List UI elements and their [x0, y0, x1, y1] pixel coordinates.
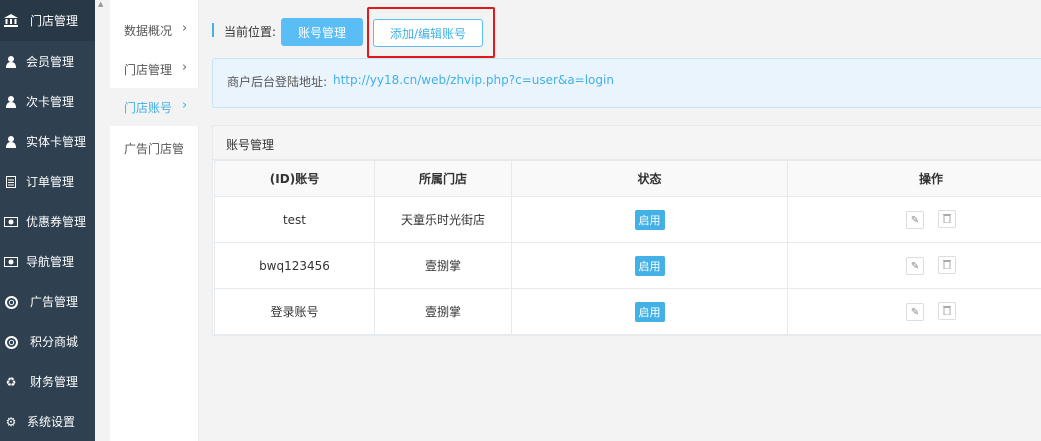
nav-label: 次卡管理	[26, 95, 75, 109]
nav-label: 门店管理	[30, 14, 79, 28]
lifebuoy-icon	[4, 295, 18, 309]
store-cell: 天童乐时光街店	[374, 196, 512, 243]
chevron-right-icon: ›	[182, 98, 188, 113]
nav-label: 系统设置	[27, 415, 76, 429]
actions-cell: ✎	[787, 196, 1041, 243]
user-icon	[4, 135, 18, 149]
nav-label: 广告管理	[30, 295, 79, 309]
scroll-up-arrow-icon[interactable]: ▲	[98, 0, 110, 8]
nav-label: 财务管理	[30, 375, 79, 389]
table-header-row: (ID)账号 所属门店 状态 操作	[214, 160, 1041, 197]
column-header: 操作	[787, 160, 1041, 197]
actions-cell: ✎	[787, 288, 1041, 335]
account-manage-button[interactable]: 账号管理	[281, 18, 363, 46]
recycle-icon: ♻	[5, 375, 17, 389]
account-table: (ID)账号 所属门店 状态 操作 test 天童乐时光街店 启用 ✎ bwq1…	[214, 160, 1041, 335]
trash-icon	[942, 304, 951, 318]
chevron-right-icon: ›	[182, 21, 188, 36]
user-icon	[4, 55, 18, 69]
nav-item-times-card[interactable]: 次卡管理	[0, 92, 95, 112]
status-cell: 启用	[511, 288, 788, 335]
main-content: 当前位置: 账号管理 添加/编辑账号 商户后台登陆地址: http://yy18…	[200, 0, 1041, 441]
notice-label: 商户后台登陆地址:	[227, 75, 328, 89]
pencil-icon: ✎	[910, 306, 920, 318]
panel-title: 账号管理	[226, 138, 275, 152]
lifebuoy-icon	[4, 335, 18, 349]
column-header: (ID)账号	[214, 160, 375, 197]
subnav-label: 门店管理	[124, 63, 173, 77]
nav-item-member[interactable]: 会员管理	[0, 52, 95, 72]
gear-icon: ⚙	[5, 415, 17, 429]
status-badge[interactable]: 启用	[634, 255, 665, 276]
table-row: 登录账号 壹捌掌 启用 ✎	[214, 288, 1041, 335]
subnav-item-data-overview[interactable]: 数据概况 ›	[110, 11, 199, 49]
money-icon	[4, 215, 18, 229]
breadcrumb-label: 当前位置:	[224, 25, 277, 39]
table-row: bwq123456 壹捌掌 启用 ✎	[214, 242, 1041, 289]
subnav-label: 广告门店管	[124, 142, 185, 156]
pencil-icon: ✎	[910, 214, 920, 226]
nav-item-store[interactable]: 门店管理	[0, 0, 95, 41]
nav-label: 导航管理	[26, 255, 75, 269]
sub-nav: 数据概况 › 门店管理 › 门店账号 › 广告门店管	[110, 0, 199, 441]
pencil-icon: ✎	[910, 260, 920, 272]
actions-cell: ✎	[787, 242, 1041, 289]
chevron-right-icon: ›	[182, 60, 188, 75]
money-icon	[4, 255, 18, 269]
nav-label: 实体卡管理	[26, 135, 87, 149]
subnav-item-store-manage[interactable]: 门店管理 ›	[110, 50, 199, 88]
trash-icon	[942, 212, 951, 226]
store-cell: 壹捌掌	[374, 242, 512, 289]
status-cell: 启用	[511, 196, 788, 243]
user-icon	[4, 95, 18, 109]
nav-label: 优惠券管理	[26, 215, 87, 229]
column-header: 所属门店	[374, 160, 512, 197]
login-url-link[interactable]: http://yy18.cn/web/zhvip.php?c=user&a=lo…	[333, 73, 614, 87]
nav-label: 积分商城	[30, 335, 79, 349]
subnav-item-store-account[interactable]: 门店账号 ›	[110, 88, 199, 126]
nav-label: 会员管理	[26, 55, 75, 69]
document-icon	[4, 175, 18, 189]
subnav-item-ad-store[interactable]: 广告门店管	[110, 129, 199, 167]
nav-item-ads[interactable]: 广告管理	[0, 292, 95, 312]
account-cell: 登录账号	[214, 288, 375, 335]
status-badge[interactable]: 启用	[634, 301, 665, 322]
status-cell: 启用	[511, 242, 788, 289]
column-header: 状态	[511, 160, 788, 197]
breadcrumb-bar	[212, 23, 214, 37]
panel-header: 账号管理	[213, 126, 1041, 160]
bank-icon	[4, 13, 18, 27]
nav-item-points-mall[interactable]: 积分商城	[0, 332, 95, 352]
nav-item-physical-card[interactable]: 实体卡管理	[0, 132, 95, 170]
subnav-label: 数据概况	[124, 24, 173, 38]
account-cell: bwq123456	[214, 242, 375, 289]
subnav-label: 门店账号	[124, 101, 173, 115]
edit-button[interactable]: ✎	[906, 303, 925, 322]
account-cell: test	[214, 196, 375, 243]
delete-button[interactable]	[937, 301, 956, 320]
account-panel: 账号管理 (ID)账号 所属门店 状态 操作 test 天童乐时光街店 启用 ✎…	[212, 125, 1041, 336]
edit-button[interactable]: ✎	[906, 257, 925, 276]
status-badge[interactable]: 启用	[634, 209, 665, 230]
nav-item-coupons[interactable]: 优惠券管理	[0, 212, 95, 250]
delete-button[interactable]	[937, 209, 956, 228]
login-url-notice: 商户后台登陆地址: http://yy18.cn/web/zhvip.php?c…	[212, 58, 1041, 108]
nav-item-finance[interactable]: ♻ 财务管理	[0, 372, 95, 392]
edit-button[interactable]: ✎	[906, 211, 925, 230]
nav-item-navigation[interactable]: 导航管理	[0, 252, 95, 272]
store-cell: 壹捌掌	[374, 288, 512, 335]
nav-item-orders[interactable]: 订单管理	[0, 172, 95, 192]
table-row: test 天童乐时光街店 启用 ✎	[214, 196, 1041, 243]
trash-icon	[942, 258, 951, 272]
nav-label: 订单管理	[26, 175, 75, 189]
nav-item-settings[interactable]: ⚙ 系统设置	[0, 412, 95, 432]
main-nav: 门店管理 会员管理 次卡管理 实体卡管理 订单管理 优惠券管理 导航管理 广告管…	[0, 0, 95, 441]
highlight-box	[367, 7, 495, 58]
delete-button[interactable]	[937, 255, 956, 274]
